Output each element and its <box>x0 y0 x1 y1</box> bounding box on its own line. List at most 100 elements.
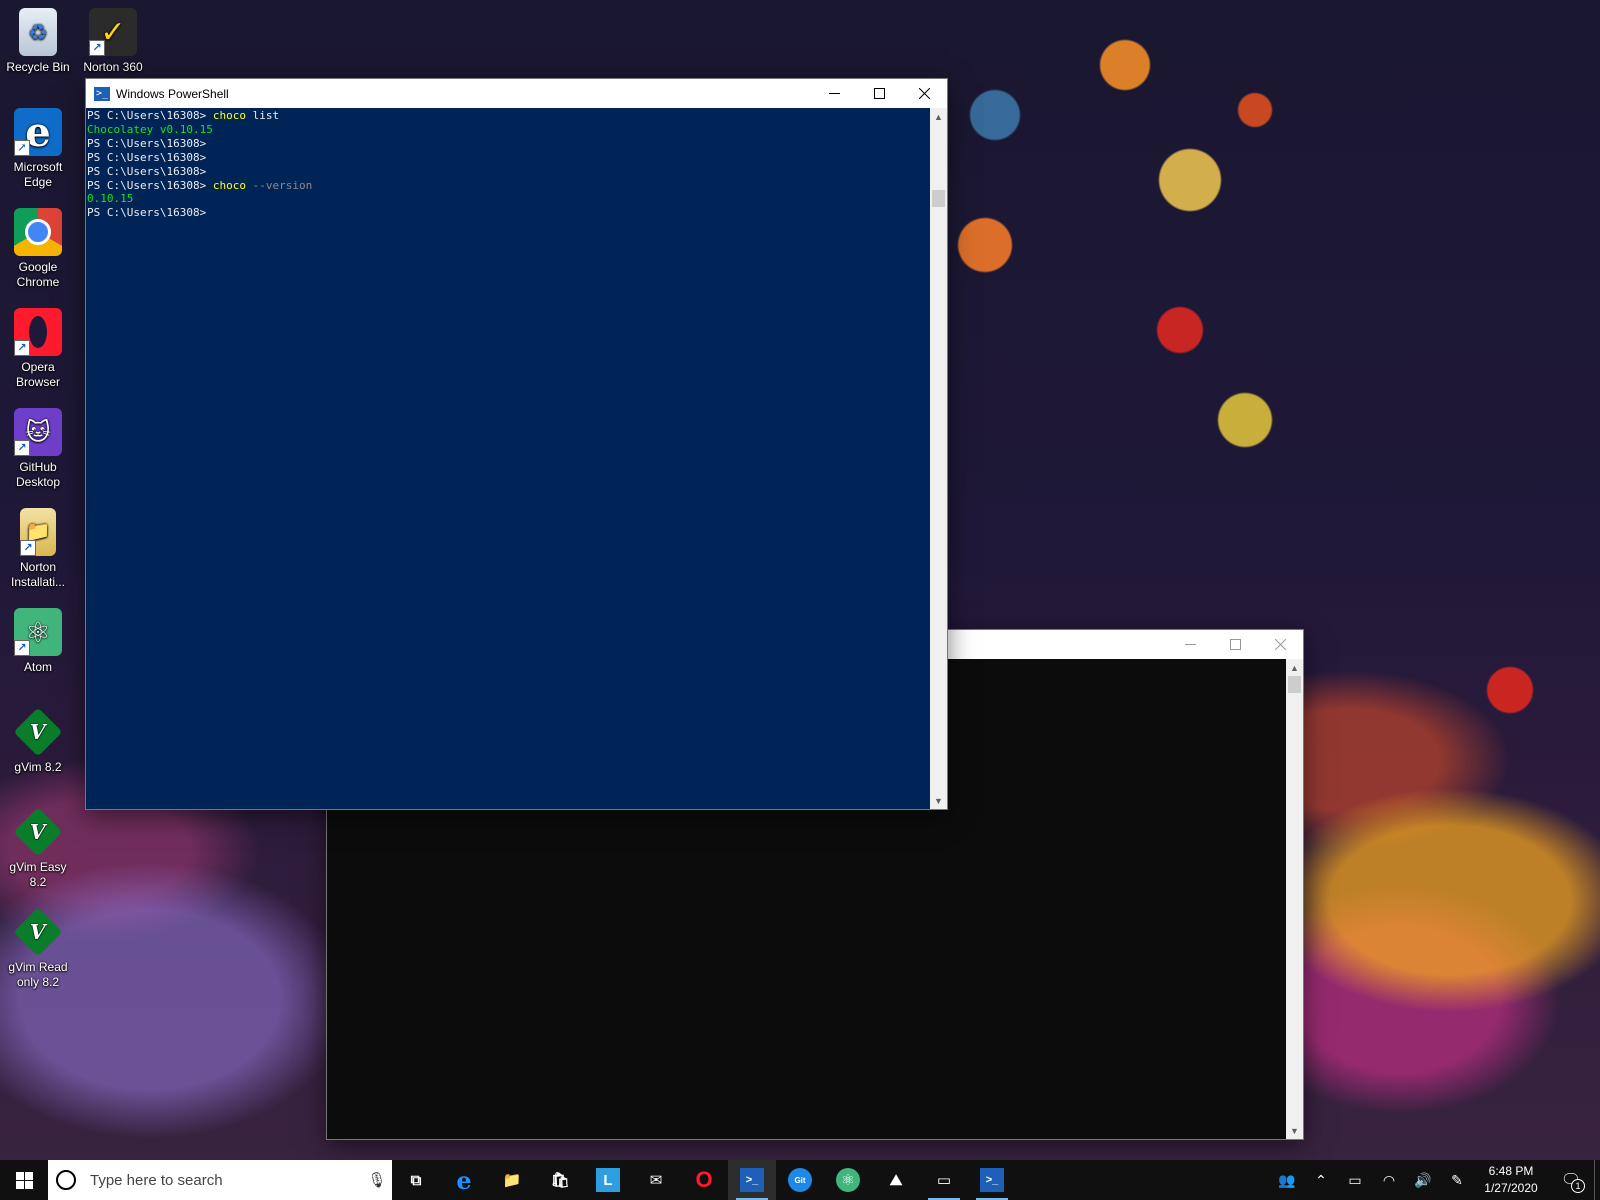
powershell-icon: >_ <box>980 1168 1004 1192</box>
console-command: choco <box>212 109 246 122</box>
taskbar-powershell[interactable]: >_ <box>728 1160 776 1200</box>
powershell-console-area[interactable]: PS C:\Users\16308> choco list Chocolatey … <box>86 108 930 809</box>
github-icon: 🐱 ↗ <box>14 408 62 456</box>
desktop-icon-label: Opera Browser <box>15 360 60 389</box>
minimize-icon <box>1185 644 1196 645</box>
desktop-icon-opera-browser[interactable]: ↗ Opera Browser <box>0 308 76 390</box>
folder-icon: 📁 <box>502 1172 522 1189</box>
minimize-button[interactable] <box>812 79 857 108</box>
console-output: Chocolatey v0.10.15 <box>87 122 213 136</box>
opera-icon: O <box>695 1167 713 1192</box>
desktop-icon-recycle-bin[interactable]: ♻ Recycle Bin <box>0 8 76 75</box>
microphone-icon[interactable]: 🎙 <box>362 1171 392 1189</box>
taskbar-clock[interactable]: 6:48 PM 1/27/2020 <box>1474 1163 1548 1197</box>
console-line: 0.10.15 <box>87 192 930 206</box>
scroll-down-arrow-icon[interactable]: ▼ <box>930 792 947 809</box>
scroll-thumb[interactable] <box>932 190 945 207</box>
chevron-up-icon[interactable]: ⌃ <box>1304 1160 1338 1200</box>
maximize-button[interactable] <box>1213 630 1258 659</box>
console-prompt: PS C:\Users\16308> <box>87 136 207 150</box>
caption-buttons <box>812 79 947 108</box>
taskbar-store[interactable]: 🛍 <box>536 1160 584 1200</box>
wifi-icon[interactable]: ◠ <box>1372 1160 1406 1200</box>
action-center-button[interactable]: 🗨 1 <box>1548 1160 1594 1200</box>
powershell-window[interactable]: >_ Windows PowerShell PS C:\Users\16308>… <box>85 78 948 810</box>
windows-logo-icon <box>15 1171 33 1189</box>
powershell-icon: >_ <box>94 86 110 101</box>
battery-icon[interactable]: ▭ <box>1338 1160 1372 1200</box>
console-prompt: PS C:\Users\16308> <box>87 178 213 192</box>
taskbar: Type here to search 🎙 ⧉ e 📁 🛍 L ✉ O >_ G… <box>0 1160 1600 1200</box>
photos-icon: ⛰ <box>889 1171 903 1189</box>
console-line: PS C:\Users\16308> <box>87 206 930 220</box>
desktop-icon-microsoft-edge[interactable]: e ↗ Microsoft Edge <box>0 108 76 190</box>
desktop-icon-label: Microsoft Edge <box>13 160 63 189</box>
console-line: PS C:\Users\16308> choco --version <box>87 179 930 193</box>
shortcut-arrow-icon: ↗ <box>14 140 30 156</box>
close-button[interactable] <box>1258 630 1303 659</box>
pen-icon[interactable]: ✎ <box>1440 1160 1474 1200</box>
edge-icon: e ↗ <box>14 108 62 156</box>
scroll-up-arrow-icon[interactable]: ▲ <box>930 108 947 125</box>
desktop-icon-label: Atom <box>23 660 52 674</box>
taskbar-task-view[interactable]: ⧉ <box>392 1160 440 1200</box>
atom-icon: ⚛ <box>836 1168 860 1192</box>
start-button[interactable] <box>0 1160 48 1200</box>
desktop-icon-gvim[interactable]: V gVim 8.2 <box>0 707 76 775</box>
desktop-icon-google-chrome[interactable]: Google Chrome <box>0 208 76 290</box>
taskbar-photos[interactable]: ⛰ <box>872 1160 920 1200</box>
desktop-icon-norton-360[interactable]: ✓ ↗ Norton 360 <box>75 8 151 75</box>
volume-icon[interactable]: 🔊 <box>1406 1160 1440 1200</box>
vertical-scrollbar[interactable]: ▲ ▼ <box>1286 659 1303 1139</box>
desktop-icon-gvim-read-only[interactable]: V gVim Read only 8.2 <box>0 907 76 990</box>
close-icon <box>1275 639 1286 650</box>
taskbar-mail[interactable]: ✉ <box>632 1160 680 1200</box>
console-argument: --version <box>245 178 313 192</box>
console-line: PS C:\Users\16308> <box>87 151 930 165</box>
close-button[interactable] <box>902 79 947 108</box>
vertical-scrollbar[interactable]: ▲ ▼ <box>930 108 947 809</box>
minimize-button[interactable] <box>1168 630 1213 659</box>
desktop-icon-label: Norton 360 <box>83 60 143 74</box>
people-icon[interactable]: 👥 <box>1270 1160 1304 1200</box>
show-desktop-button[interactable] <box>1594 1160 1600 1200</box>
minimize-icon <box>829 93 840 94</box>
taskbar-lili[interactable]: L <box>584 1160 632 1200</box>
taskbar-powershell-2[interactable]: >_ <box>968 1160 1016 1200</box>
taskbar-terminal[interactable]: ▭ <box>920 1160 968 1200</box>
taskbar-search-box[interactable]: Type here to search 🎙 <box>48 1160 392 1200</box>
edge-icon: e <box>456 1165 472 1195</box>
scroll-up-arrow-icon[interactable]: ▲ <box>1286 659 1303 676</box>
console-argument: list <box>245 109 280 122</box>
maximize-button[interactable] <box>857 79 902 108</box>
shortcut-arrow-icon: ↗ <box>89 40 105 56</box>
vim-icon: V <box>13 807 63 857</box>
window-title: Windows PowerShell <box>116 86 229 101</box>
taskbar-file-explorer[interactable]: 📁 <box>488 1160 536 1200</box>
desktop-icon-norton-installation[interactable]: 📁 ↗ Norton Installati... <box>0 508 76 590</box>
taskbar-opera[interactable]: O <box>680 1160 728 1200</box>
lili-icon: L <box>596 1168 620 1192</box>
system-tray: 👥 ⌃ ▭ ◠ 🔊 ✎ 6:48 PM 1/27/2020 🗨 1 <box>1270 1160 1600 1200</box>
taskbar-atom[interactable]: ⚛ <box>824 1160 872 1200</box>
notification-badge: 1 <box>1571 1179 1585 1193</box>
folder-icon: 📁 ↗ <box>20 508 56 556</box>
desktop-icon-label: Norton Installati... <box>10 560 66 589</box>
taskbar-edge[interactable]: e <box>440 1160 488 1200</box>
desktop-icon-label: GitHub Desktop <box>15 460 61 489</box>
clock-time: 6:48 PM <box>1488 1164 1534 1178</box>
console-output: 0.10.15 <box>87 192 134 206</box>
scroll-thumb[interactable] <box>1288 676 1301 693</box>
scroll-down-arrow-icon[interactable]: ▼ <box>1286 1122 1303 1139</box>
atom-icon: ⚛ ↗ <box>14 608 62 656</box>
console-prompt: PS C:\Users\16308> <box>87 109 213 122</box>
shortcut-arrow-icon: ↗ <box>14 640 30 656</box>
desktop-icon-gvim-easy[interactable]: V gVim Easy 8.2 <box>0 807 76 890</box>
desktop-icon-github-desktop[interactable]: 🐱 ↗ GitHub Desktop <box>0 408 76 490</box>
taskbar-git-bash[interactable]: Git <box>776 1160 824 1200</box>
desktop-icon-atom[interactable]: ⚛ ↗ Atom <box>0 608 76 675</box>
vim-icon: V <box>13 707 63 757</box>
caption-buttons <box>1168 630 1303 659</box>
cortana-icon <box>56 1170 76 1190</box>
powershell-titlebar[interactable]: >_ Windows PowerShell <box>86 79 947 108</box>
